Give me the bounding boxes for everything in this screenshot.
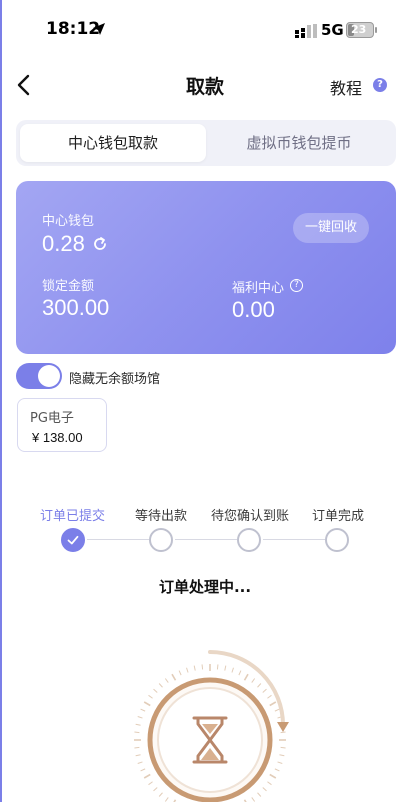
dial-tick — [257, 683, 262, 688]
dial-tick — [140, 708, 146, 712]
center-wallet-value: 0.28 — [42, 231, 85, 256]
dial-tick — [148, 781, 153, 786]
tab-crypto-wallet[interactable]: 虚拟币钱包提币 — [206, 124, 392, 162]
step-connector — [263, 539, 325, 540]
refresh-icon[interactable] — [92, 236, 108, 252]
dial-tick — [224, 665, 227, 671]
venue-amount: ¥ 138.00 — [32, 430, 83, 445]
welfare-info-icon[interactable]: ? — [290, 279, 303, 292]
dial-tick — [164, 797, 169, 802]
one-key-recycle-button[interactable]: 一键回收 — [293, 213, 369, 243]
dial-tick — [164, 678, 169, 683]
step-label-awaiting-payout: 等待出款 — [135, 509, 188, 524]
step-connector — [87, 539, 149, 540]
dial-tick — [274, 768, 280, 772]
dial-tick — [153, 688, 158, 693]
dial-tick — [262, 688, 267, 693]
venue-name: PG电子 — [30, 411, 74, 426]
center-wallet-label: 中心钱包 — [42, 214, 95, 229]
dial-tick — [134, 746, 140, 749]
dial-tick — [137, 761, 143, 764]
locked-amount-value: 300.00 — [42, 295, 110, 320]
hide-empty-venues-label: 隐藏无余额场馆 — [69, 372, 161, 387]
battery-level: 23 — [351, 23, 367, 36]
dial-tick — [216, 664, 219, 670]
dial-tick — [178, 670, 182, 676]
dial-tick — [279, 754, 285, 757]
tab-center-wallet[interactable]: 中心钱包取款 — [20, 124, 206, 162]
dial-tick — [134, 731, 140, 734]
dial-tick — [201, 664, 204, 670]
tutorial-link[interactable]: 教程 — [330, 75, 362, 99]
step-circle-awaiting-payout — [149, 528, 173, 552]
wallet-card: 中心钱包 0.28 一键回收 锁定金额 300.00 福利中心 ? 0.00 — [16, 181, 396, 354]
dial-tick — [243, 673, 249, 681]
step-circle-submitted — [61, 528, 85, 552]
dial-tick — [280, 746, 286, 749]
signal-icon — [295, 24, 317, 38]
step-label-submitted: 订单已提交 — [40, 509, 106, 524]
locked-amount-label: 锁定金额 — [42, 279, 95, 294]
processing-status: 订单处理中... — [158, 578, 252, 596]
dial-tick — [148, 694, 153, 699]
dial-tick — [277, 761, 283, 764]
dial-tick — [262, 787, 267, 792]
dial-tick — [251, 678, 256, 683]
step-label-completed: 订单完成 — [312, 509, 365, 524]
step-circle-confirm-receipt — [237, 528, 261, 552]
dial-tick — [267, 781, 272, 786]
battery-icon: 23 — [346, 22, 374, 38]
step-connector — [175, 539, 237, 540]
dial-tick — [257, 792, 262, 797]
dial-tick — [135, 723, 141, 726]
toggle-knob — [38, 365, 60, 387]
dial-tick — [143, 773, 151, 779]
dial-tick — [269, 773, 277, 779]
location-arrow-icon — [93, 23, 105, 35]
dial-tick — [267, 694, 272, 699]
dial-tick — [186, 667, 189, 673]
help-icon[interactable]: ? — [373, 78, 387, 92]
dial-tick — [137, 716, 143, 719]
dial-tick — [135, 754, 141, 757]
step-label-confirm-receipt: 待您确认到账 — [211, 509, 290, 524]
hide-empty-venues-toggle[interactable] — [16, 363, 62, 389]
dial-tick — [238, 670, 242, 676]
welfare-center-value: 0.00 — [232, 297, 275, 322]
network-label: 5G — [321, 21, 344, 39]
withdraw-tabs: 中心钱包取款 虚拟币钱包提币 — [16, 120, 396, 166]
dial-tick — [153, 787, 158, 792]
dial-tick — [140, 768, 146, 772]
dial-tick — [158, 683, 163, 688]
status-bar: 18:12 5G 23 — [0, 0, 410, 60]
dial-tick — [251, 797, 256, 802]
page-edge — [0, 0, 2, 802]
step-circle-completed — [325, 528, 349, 552]
dial-tick — [171, 673, 177, 681]
dial-tick — [231, 667, 234, 673]
dial-tick — [158, 792, 163, 797]
dial-tick — [280, 731, 286, 734]
dial-tick — [269, 701, 277, 707]
hourglass-dial-icon — [134, 650, 289, 802]
dial-tick — [143, 701, 151, 707]
dial-tick — [193, 665, 196, 671]
dial-tick — [274, 708, 280, 712]
check-icon — [67, 535, 79, 545]
battery-cap — [375, 27, 377, 33]
welfare-center-label: 福利中心 — [232, 281, 285, 296]
venue-card-pg[interactable]: PG电子 ¥ 138.00 — [17, 398, 107, 452]
